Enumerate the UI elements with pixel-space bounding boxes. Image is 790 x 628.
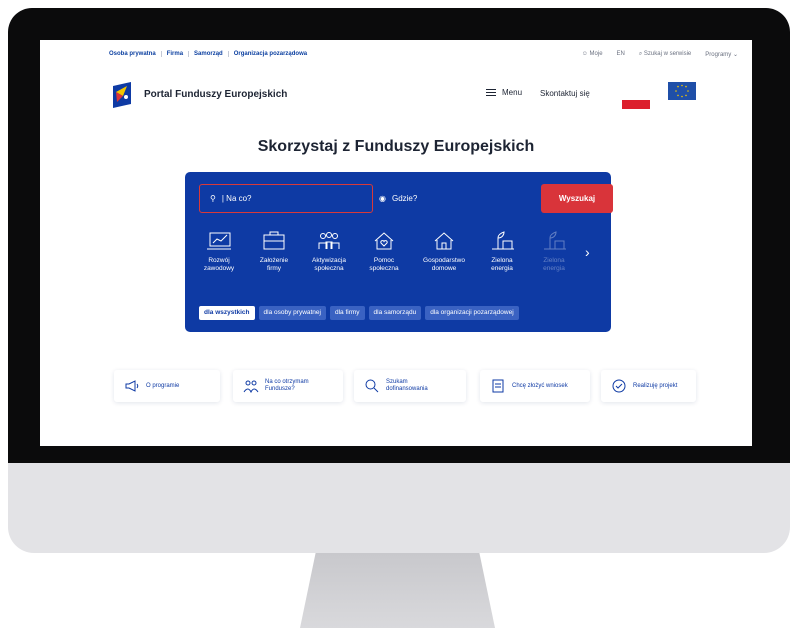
megaphone-icon xyxy=(125,380,139,392)
search-row: ⚲ | Na co? ◉ Gdzie? Wyszukaj xyxy=(199,184,613,214)
quick-link-label-2: Fundusze? xyxy=(265,386,295,392)
hamburger-icon xyxy=(486,89,496,96)
category-label: Gospodarstwo xyxy=(423,257,465,264)
poland-flag-icon xyxy=(622,91,650,109)
hero-title: Skorzystaj z Funduszy Europejskich xyxy=(257,138,535,155)
category-label: Aktywizacja xyxy=(312,257,346,264)
top-bar: Osoba prywatna Firma Samorząd Organizacj… xyxy=(40,40,752,68)
my-account-link[interactable]: ☺ Moje xyxy=(582,51,603,58)
filter-chip-all[interactable]: dla wszystkich xyxy=(199,306,255,320)
filter-chip-private[interactable]: dla osoby prywatnej xyxy=(258,306,326,320)
quick-link-about[interactable]: O programie xyxy=(114,370,220,402)
quick-link-what-funds[interactable]: Na co otrzymam Fundusze? xyxy=(233,370,343,402)
green-energy-icon xyxy=(544,231,566,250)
language-switch[interactable]: EN xyxy=(617,51,625,58)
filter-chip-company[interactable]: dla firmy xyxy=(329,306,365,320)
audience-link-private[interactable]: Osoba prywatna xyxy=(109,51,162,57)
menu-label: Menu xyxy=(502,88,523,97)
filter-chip-ngo[interactable]: dla organizacji pozarządowej xyxy=(425,306,519,320)
contact-link[interactable]: Skontaktuj się xyxy=(540,89,590,98)
search-panel: ⚲ | Na co? ◉ Gdzie? Wyszukaj Rozwój zawo… xyxy=(185,172,613,332)
category-label-2: energia xyxy=(543,265,565,272)
category-label-2: społeczna xyxy=(369,265,399,272)
category-label: Zielona xyxy=(543,257,565,264)
quick-links: O programie Na co otrzymam Fundusze? Szu… xyxy=(114,370,696,402)
chevron-right-icon[interactable]: › xyxy=(585,244,590,260)
category-green-energy[interactable]: Zielona energia xyxy=(473,230,531,273)
category-label-2: energia xyxy=(491,265,513,272)
category-label-2: zawodowy xyxy=(203,265,235,272)
utility-nav: ☺ Moje EN ⌕ Szukaj w serwisie Programy ⌄ xyxy=(582,51,738,58)
site-title[interactable]: Portal Funduszy Europejskich xyxy=(144,89,287,100)
user-icon: ☺ xyxy=(581,51,590,57)
site-header: Portal Funduszy Europejskich Menu Skonta… xyxy=(40,80,752,120)
quick-link-implement-project[interactable]: Realizuję projekt xyxy=(601,370,696,402)
people-icon xyxy=(243,380,259,393)
quick-link-label-2: dofinansowania xyxy=(386,386,428,392)
category-label: Założenie xyxy=(259,257,289,264)
monitor-chin xyxy=(8,463,790,553)
search-icon: ⚲ xyxy=(210,194,216,203)
what-input-value: | Na co? xyxy=(221,194,252,203)
category-label-2: społeczna xyxy=(314,265,344,272)
audience-nav: Osoba prywatna Firma Samorząd Organizacj… xyxy=(109,51,312,57)
category-label-2: domowe xyxy=(431,265,457,272)
audience-link-local-government[interactable]: Samorząd xyxy=(189,51,229,57)
chevron-down-icon: ⌄ xyxy=(731,52,738,58)
site-search-link[interactable]: ⌕ Szukaj w serwisie xyxy=(639,51,691,58)
where-input[interactable]: ◉ Gdzie? xyxy=(373,184,541,213)
category-label: Zielona xyxy=(491,257,513,264)
home-icon xyxy=(434,232,454,250)
quick-link-label: Realizuję projekt xyxy=(633,382,678,389)
quick-link-submit-application[interactable]: Chcę złożyć wniosek xyxy=(480,370,590,402)
location-pin-icon: ◉ xyxy=(379,194,386,203)
menu-button[interactable]: Menu xyxy=(486,88,522,97)
category-career-growth[interactable]: Rozwój zawodowy xyxy=(190,230,248,273)
programs-dropdown[interactable]: Programy ⌄ xyxy=(705,51,738,58)
category-label: Rozwój xyxy=(208,257,230,264)
quick-link-label: Na co otrzymam xyxy=(265,379,309,385)
category-household[interactable]: Gospodarstwo domowe xyxy=(415,230,473,273)
category-label-2: firmy xyxy=(266,265,282,272)
category-social-activation[interactable]: Aktywizacja społeczna xyxy=(300,230,358,273)
form-icon xyxy=(492,379,504,393)
filter-chip-local-government[interactable]: dla samorządu xyxy=(368,306,422,320)
green-energy-icon xyxy=(492,231,514,250)
quick-link-label: O programie xyxy=(146,382,180,389)
category-start-business[interactable]: Założenie firmy xyxy=(245,230,303,273)
what-input[interactable]: ⚲ | Na co? xyxy=(199,184,373,213)
house-heart-icon xyxy=(374,232,394,250)
quick-link-label: Szukam xyxy=(386,379,408,385)
search-icon xyxy=(365,379,379,393)
career-growth-icon xyxy=(207,232,231,250)
monitor-stand xyxy=(300,553,495,628)
briefcase-icon xyxy=(263,231,285,250)
clock-check-icon xyxy=(612,379,626,393)
quick-link-find-funding[interactable]: Szukam dofinansowania xyxy=(354,370,466,402)
people-group-icon xyxy=(318,232,340,249)
programs-label: Programy xyxy=(705,52,732,58)
search-submit-button[interactable]: Wyszukaj xyxy=(541,184,613,213)
audience-filters: dla wszystkich dla osoby prywatnej dla f… xyxy=(199,306,519,320)
screen: Osoba prywatna Firma Samorząd Organizacj… xyxy=(40,40,752,446)
fe-logo-icon[interactable] xyxy=(111,82,133,108)
quick-link-label: Chcę złożyć wniosek xyxy=(512,382,568,389)
audience-link-company[interactable]: Firma xyxy=(162,51,190,57)
eu-flag-icon xyxy=(668,82,696,100)
site-search-label: Szukaj w serwisie xyxy=(643,51,692,57)
category-label: Pomoc xyxy=(373,257,395,264)
category-carousel: Rozwój zawodowy Założenie firmy Aktywiza… xyxy=(185,230,611,290)
where-input-placeholder: Gdzie? xyxy=(391,194,418,203)
category-green-energy-faded: Zielona energia xyxy=(525,230,583,273)
my-account-label: Moje xyxy=(589,51,603,57)
category-social-assistance[interactable]: Pomoc społeczna xyxy=(355,230,413,273)
audience-link-ngo[interactable]: Organizacja pozarządowa xyxy=(229,51,312,57)
